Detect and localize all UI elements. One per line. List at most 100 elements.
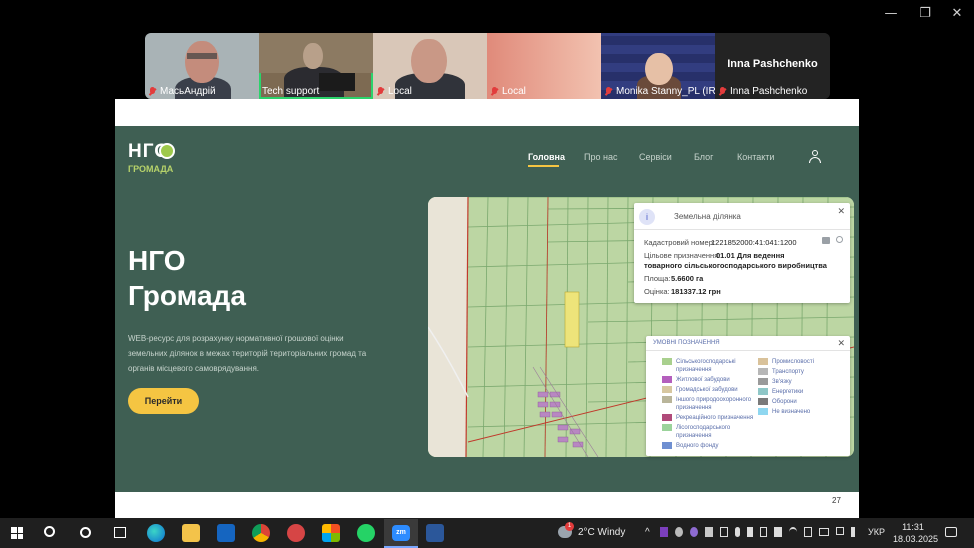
participant-name: Local — [502, 86, 526, 97]
nav-about[interactable]: Про нас — [584, 152, 617, 162]
legend-close-icon[interactable]: ✕ — [837, 338, 845, 349]
table-icon[interactable] — [822, 237, 830, 244]
hero-title: НГО Громада — [128, 243, 246, 313]
legend-label-line-2: призначення — [676, 405, 712, 411]
tray-chevron-icon[interactable]: ^ — [645, 527, 650, 538]
battery-icon[interactable] — [819, 528, 829, 536]
mic-muted-icon — [148, 86, 157, 97]
logo[interactable]: НГО ГРОМАДА — [128, 141, 175, 174]
search-icon[interactable] — [44, 526, 55, 537]
participant-tile[interactable]: МасьАндрій — [145, 33, 259, 99]
outlook-icon[interactable] — [217, 524, 235, 542]
security-icon[interactable] — [773, 527, 782, 537]
legend-label: Оборони — [772, 399, 797, 405]
onenote-icon[interactable] — [660, 527, 668, 537]
clock[interactable]: 11:31 18.03.2025 — [893, 521, 939, 545]
viber-icon[interactable] — [689, 527, 698, 537]
info-icon: i — [639, 209, 655, 225]
nav-contacts[interactable]: Контакти — [737, 152, 774, 162]
legend-swatch — [758, 368, 768, 375]
clock-time: 11:31 — [902, 522, 924, 532]
nav-blog[interactable]: Блог — [694, 152, 713, 162]
legend-label: Енергетики — [772, 389, 804, 395]
participant-tile[interactable]: Monika Stanny_PL (IR... — [601, 33, 715, 99]
nav-services[interactable]: Сервіси — [639, 152, 672, 162]
legend-label: Транспорту — [772, 369, 804, 375]
wifi-icon[interactable] — [788, 527, 797, 537]
legend-label-line-2: призначення — [676, 433, 712, 439]
legend-swatch — [758, 388, 768, 395]
store-icon[interactable] — [322, 524, 340, 542]
restore-button[interactable]: ❐ — [910, 6, 940, 22]
purpose-value-line-2: товарного сільськогосподарського виробни… — [644, 261, 827, 270]
legend-item: Рекреаційного призначення — [662, 414, 753, 422]
participant-tile[interactable]: Local — [487, 33, 601, 99]
participant-tile-active[interactable]: Tech support — [259, 33, 373, 99]
edge-icon[interactable] — [147, 524, 165, 542]
telegram-icon[interactable] — [674, 527, 683, 537]
legend-item: Сільськогосподарські призначення — [662, 358, 736, 374]
network-icon[interactable] — [803, 527, 813, 537]
legend-swatch — [662, 424, 672, 431]
close-button[interactable]: ✕ — [942, 6, 972, 22]
microphone-icon[interactable] — [735, 527, 740, 537]
language-indicator[interactable]: УКР — [868, 527, 885, 537]
nav-home[interactable]: Головна — [528, 152, 565, 162]
hero-title-line-1: НГО — [128, 245, 186, 276]
tray-icons[interactable] — [660, 527, 860, 539]
slide-top-margin — [115, 99, 859, 126]
legend-swatch — [758, 378, 768, 385]
word-icon[interactable] — [426, 524, 444, 542]
cta-button[interactable]: Перейти — [128, 388, 199, 414]
legend-item: Транспорту — [758, 368, 804, 376]
chrome-icon[interactable] — [252, 524, 270, 542]
cortana-icon[interactable] — [80, 527, 91, 538]
legend-swatch — [758, 408, 768, 415]
weather-text[interactable]: 2°C Windy — [578, 527, 625, 538]
participant-name: Inna Pashchenko — [730, 86, 808, 97]
legend-swatch — [758, 358, 768, 365]
popup-close-icon[interactable]: ✕ — [837, 206, 845, 217]
legend-label: Житлової забудови — [676, 377, 730, 383]
tray-app-icon[interactable] — [704, 527, 713, 537]
whatsapp-icon[interactable] — [357, 524, 375, 542]
cadastral-value[interactable]: 1221852000:41:041:1200 — [711, 238, 797, 247]
clock-date: 18.03.2025 — [893, 534, 939, 544]
monitor-icon[interactable] — [835, 527, 845, 535]
participant-tile[interactable]: Inna Pashchenko Inna Pashchenko — [715, 33, 830, 99]
file-explorer-icon[interactable] — [182, 524, 200, 542]
user-icon[interactable] — [808, 150, 822, 164]
volume-icon[interactable] — [851, 527, 860, 537]
display-icon[interactable] — [719, 527, 729, 537]
valuation-value: 181337.12 грн — [671, 287, 721, 296]
usb-icon[interactable] — [746, 527, 754, 537]
legend-label: Зв'язку — [772, 379, 792, 385]
hero-title-line-2: Громада — [128, 280, 246, 311]
legend-label: Не визначено — [772, 409, 811, 415]
hero-desc-line: органів місцевого самоврядування. — [128, 364, 260, 373]
zoom-icon[interactable] — [836, 236, 843, 243]
participant-tile[interactable]: Local — [373, 33, 487, 99]
legend-item: Лісогосподарського призначення — [662, 424, 730, 440]
participant-name: Monika Stanny_PL (IR... — [616, 86, 715, 97]
minimize-button[interactable]: — — [876, 6, 906, 22]
participant-name: Tech support — [262, 86, 320, 97]
zoom-app-icon[interactable]: zm — [384, 519, 418, 548]
start-button[interactable] — [11, 527, 23, 539]
phone-icon[interactable] — [760, 527, 767, 537]
purpose-label: Цільове призначення: — [644, 251, 721, 260]
popup-title: Земельна ділянка — [674, 212, 741, 221]
area-value: 5.6600 га — [671, 274, 704, 283]
legend-label: Сільськогосподарські призначення — [676, 359, 736, 373]
purpose-value: 01.01 Для ведення — [716, 251, 785, 260]
app-icon[interactable] — [287, 524, 305, 542]
notification-icon[interactable] — [945, 527, 957, 537]
hero-description: WEB-ресурс для розрахунку нормативної гр… — [128, 331, 366, 376]
legend-swatch — [662, 376, 672, 383]
globe-icon — [159, 143, 175, 159]
legend-swatch — [758, 398, 768, 405]
legend-item: Енергетики — [758, 388, 803, 396]
task-view-icon[interactable] — [114, 527, 126, 538]
legend-item: Не визначено — [758, 408, 810, 416]
map-legend: УМОВНІ ПОЗНАЧЕННЯ ✕ Сільськогосподарські… — [646, 336, 850, 456]
